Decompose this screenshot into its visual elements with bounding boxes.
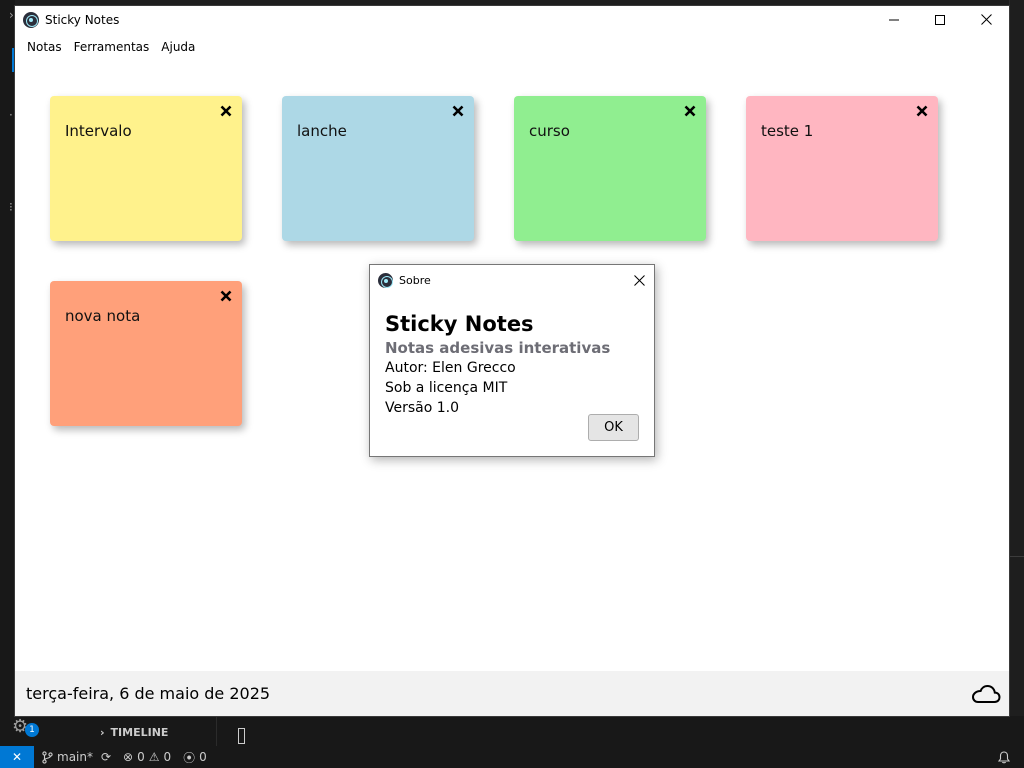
note-text[interactable]: lanche — [297, 122, 347, 140]
dialog-body: Sticky Notes Notas adesivas interativas … — [370, 295, 654, 418]
about-author: Autor: Elen Grecco — [385, 360, 516, 376]
divider — [1010, 556, 1024, 557]
ports-indicator[interactable]: ⦿ 0 — [183, 749, 207, 766]
ok-button[interactable]: OK — [588, 414, 639, 441]
timeline-label: TIMELINE — [110, 726, 169, 739]
close-icon — [633, 274, 645, 286]
about-dialog: Sobre Sticky Notes Notas adesivas intera… — [369, 264, 655, 457]
vscode-status-bar: ✕ main* ⟳ ⊗ 0 ⚠ 0 ⦿ 0 — [0, 746, 1024, 768]
branch-indicator[interactable]: main* — [42, 750, 93, 764]
about-subtitle: Notas adesivas interativas — [385, 339, 611, 357]
branch-name: main* — [57, 750, 93, 764]
close-icon — [684, 105, 696, 117]
menu-ajuda[interactable]: Ajuda — [155, 40, 201, 54]
delete-note-button[interactable] — [915, 104, 929, 118]
text-cursor — [238, 728, 245, 744]
sticky-note[interactable]: teste 1 — [746, 96, 938, 241]
problems-indicator[interactable]: ⊗ 0 ⚠ 0 — [123, 750, 171, 764]
sync-icon: ⟳ — [100, 750, 112, 764]
note-text[interactable]: curso — [529, 122, 570, 140]
notifications-button[interactable] — [998, 750, 1010, 764]
dot-icon: · — [9, 108, 13, 122]
cloud-icon[interactable] — [971, 682, 1001, 706]
window-title: Sticky Notes — [45, 12, 120, 27]
close-icon — [980, 14, 992, 25]
minimize-button[interactable] — [871, 6, 917, 33]
close-icon — [220, 290, 232, 302]
menu-notas[interactable]: Notas — [21, 40, 68, 54]
dialog-title-bar[interactable]: Sobre — [370, 265, 654, 295]
maximize-button[interactable] — [917, 6, 963, 33]
minimize-icon — [889, 19, 899, 20]
broadcast-icon: ⦿ — [183, 750, 196, 765]
sticky-note[interactable]: curso — [514, 96, 706, 241]
window-controls — [871, 6, 1009, 33]
chevron-right-icon: › — [100, 726, 105, 739]
sync-button[interactable]: ⟳ — [101, 750, 111, 764]
vscode-activity-bar: › · ⁝ — [0, 0, 15, 746]
warning-icon: ⚠ — [148, 750, 160, 764]
gear-badge: 1 — [25, 723, 39, 737]
vscode-bottom-area: OUTLINE › TIMELINE ⚙ 1 — [0, 708, 1024, 746]
app-logo-icon — [378, 272, 393, 288]
chevron-icon: › — [9, 8, 14, 22]
note-text[interactable]: nova nota — [65, 307, 140, 325]
vscode-right-edge — [1009, 0, 1024, 746]
delete-note-button[interactable] — [451, 104, 465, 118]
current-date: terça-feira, 6 de maio de 2025 — [26, 684, 271, 703]
bell-icon — [998, 750, 1010, 763]
delete-note-button[interactable] — [219, 289, 233, 303]
about-app-name: Sticky Notes — [385, 312, 534, 336]
sticky-note[interactable]: Intervalo — [50, 96, 242, 241]
timeline-section[interactable]: › TIMELINE — [100, 726, 168, 739]
close-icon — [452, 105, 464, 117]
sticky-note[interactable]: lanche — [282, 96, 474, 241]
dialog-title: Sobre — [399, 273, 431, 287]
grid-icon: ⁝ — [9, 200, 13, 214]
warning-count: 0 — [163, 750, 172, 764]
about-license: Sob a licença MIT — [385, 380, 508, 396]
maximize-icon — [935, 14, 945, 25]
close-window-button[interactable] — [963, 6, 1009, 33]
git-branch-icon — [42, 750, 53, 764]
remote-icon: ✕ — [11, 750, 23, 764]
note-text[interactable]: teste 1 — [761, 122, 813, 140]
dialog-close-button[interactable] — [624, 265, 654, 295]
delete-note-button[interactable] — [683, 104, 697, 118]
remote-indicator[interactable]: ✕ — [0, 746, 34, 768]
error-icon: ⊗ — [123, 750, 134, 764]
menu-bar: Notas Ferramentas Ajuda — [15, 33, 1009, 61]
close-icon — [916, 105, 928, 117]
menu-ferramentas[interactable]: Ferramentas — [68, 40, 156, 54]
error-count: 0 — [137, 750, 145, 764]
note-text[interactable]: Intervalo — [65, 122, 132, 140]
close-icon — [220, 105, 232, 117]
sticky-note[interactable]: nova nota — [50, 281, 242, 426]
title-bar[interactable]: Sticky Notes — [15, 6, 1009, 33]
app-logo-icon — [23, 11, 39, 28]
ports-count: 0 — [199, 750, 207, 764]
delete-note-button[interactable] — [219, 104, 233, 118]
side-panel: OUTLINE › TIMELINE — [47, 708, 217, 746]
footer-bar: terça-feira, 6 de maio de 2025 — [15, 671, 1009, 716]
